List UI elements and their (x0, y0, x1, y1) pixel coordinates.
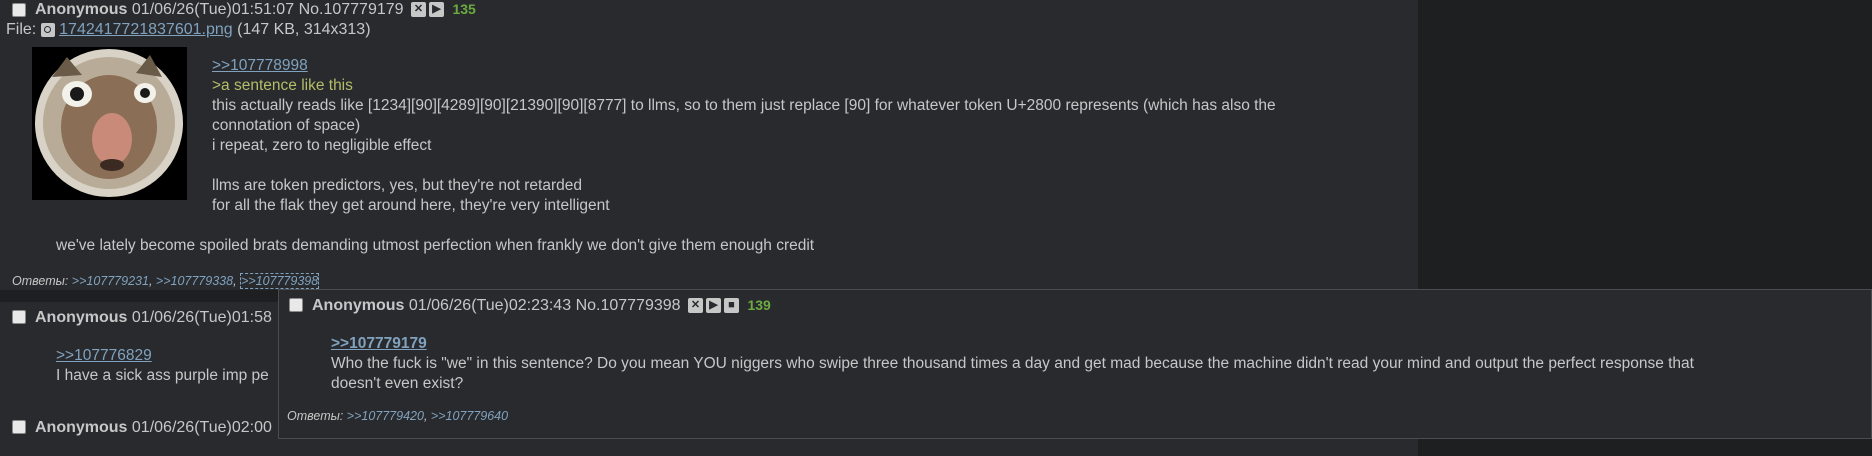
replies-row: Ответы: >>107779231, >>107779338, >>1077… (12, 273, 320, 289)
poster-name: Anonymous (35, 1, 128, 18)
post-text-line: llms are token predictors, yes, but they… (212, 177, 582, 194)
post-datetime: 01/06/26(Tue)01:58 (131, 309, 272, 326)
reply-count: 135 (452, 1, 476, 17)
poster-name: Anonymous (35, 419, 128, 436)
post: Anonymous 01/06/26(Tue)01:51:07 No.10777… (0, 0, 1418, 290)
file-label: File: (6, 21, 37, 38)
replies-row: Ответы: >>107779420, >>107779640 (287, 409, 509, 423)
post-text-line: this actually reads like [1234][90][4289… (212, 97, 1276, 114)
replies-label: Ответы: (287, 409, 344, 423)
reply-link[interactable]: >>107779231 (72, 274, 149, 288)
post-datetime: 01/06/26(Tue)02:23:43 (408, 297, 572, 314)
poster-name: Anonymous (312, 297, 405, 314)
post-text-line: connotation of space) (212, 117, 361, 134)
replies-label: Ответы: (12, 274, 69, 288)
quote-link-text[interactable]: >>107776829 (56, 347, 152, 364)
stop-icon[interactable]: ■ (724, 298, 739, 314)
post-preview-popup: Anonymous 01/06/26(Tue)02:23:43 No.10777… (278, 289, 1872, 439)
post-header: Anonymous 01/06/26(Tue)01:51:07 No.10777… (35, 1, 476, 19)
hide-post-icon[interactable]: ✕ (411, 2, 426, 18)
post-number[interactable]: No.107779179 (299, 1, 404, 18)
post-checkbox[interactable] (12, 3, 26, 17)
greentext-line: >a sentence like this (212, 77, 353, 94)
post-header: Anonymous 01/06/26(Tue)01:58 (35, 309, 272, 327)
reply-link[interactable]: >>107779420 (347, 409, 424, 423)
post-number[interactable]: No.107779398 (576, 297, 681, 314)
post-datetime: 01/06/26(Tue)02:00 (131, 419, 272, 436)
post-text-line: Who the fuck is "we" in this sentence? D… (331, 355, 1694, 372)
quote-link[interactable]: >>107778998 (212, 57, 308, 75)
post-checkbox[interactable] (12, 310, 26, 324)
post-checkbox[interactable] (12, 420, 26, 434)
post-datetime: 01/06/26(Tue)01:51:07 (131, 1, 295, 18)
post-header: Anonymous 01/06/26(Tue)02:00 (35, 419, 272, 437)
post-checkbox[interactable] (289, 298, 303, 312)
post-text-line: doesn't even exist? (331, 375, 464, 392)
file-meta: (147 KB, 314x313) (237, 21, 371, 38)
file-info: File: 1742417721837601.png (147 KB, 314x… (6, 21, 371, 39)
post-text-line: for all the flak they get around here, t… (212, 197, 610, 214)
thumbnail-image[interactable] (32, 47, 187, 200)
file-link[interactable]: 1742417721837601.png (59, 21, 233, 38)
reply-link[interactable]: >>107779398 (240, 273, 320, 289)
post-header: Anonymous 01/06/26(Tue)02:23:43 No.10777… (312, 297, 771, 315)
post-text-line: I have a sick ass purple imp pe (56, 367, 269, 384)
poster-name: Anonymous (35, 309, 128, 326)
play-icon[interactable]: ▶ (429, 2, 444, 18)
quote-link-text[interactable]: >>107779179 (331, 335, 427, 352)
quote-link[interactable]: >>107776829 (56, 347, 152, 365)
hide-post-icon[interactable]: ✕ (688, 298, 703, 314)
reply-link[interactable]: >>107779338 (156, 274, 233, 288)
search-icon[interactable] (40, 22, 55, 37)
quote-link-text[interactable]: >>107778998 (212, 57, 308, 74)
post-text-line: i repeat, zero to negligible effect (212, 137, 432, 154)
post-text-line: we've lately become spoiled brats demand… (56, 237, 815, 254)
reply-count: 139 (747, 297, 771, 313)
quote-link[interactable]: >>107779179 (331, 335, 427, 353)
reply-link[interactable]: >>107779640 (431, 409, 508, 423)
play-icon[interactable]: ▶ (706, 298, 721, 314)
